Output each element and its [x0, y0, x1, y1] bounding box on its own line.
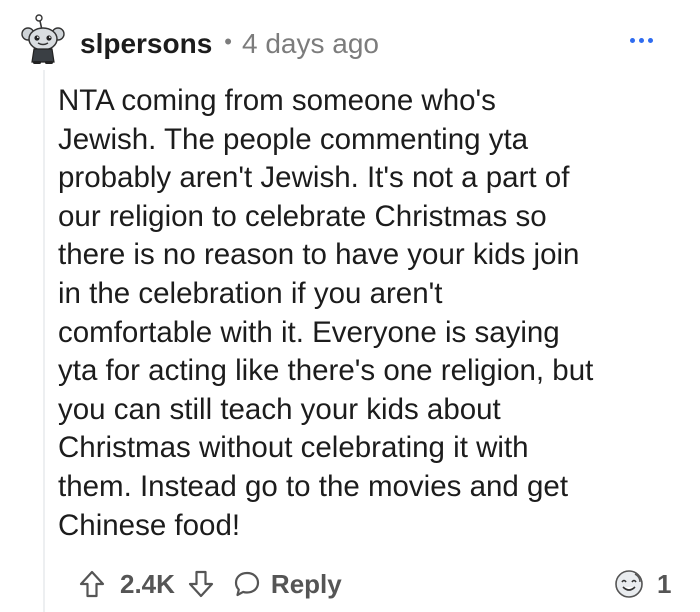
comment-body-line: Christmas without celebrating it with: [58, 431, 529, 465]
username[interactable]: slpersons: [80, 28, 212, 60]
comment: slpersons • 4 days ago NTA coming from s…: [0, 0, 700, 612]
thread-line[interactable]: [43, 70, 45, 612]
comment-body-line: NTA coming from someone who's: [58, 84, 496, 117]
user-avatar[interactable]: [16, 12, 70, 66]
comment-body-line: probably aren't Jewish. It's not a part …: [58, 161, 570, 195]
reply-label: Reply: [270, 568, 342, 599]
arrow-down-icon[interactable]: [187, 569, 215, 599]
snoo-avatar-icon: [21, 14, 65, 64]
timestamp: 4 days ago: [241, 28, 379, 59]
more-options-icon[interactable]: [630, 38, 653, 43]
award-count: 1: [657, 568, 672, 599]
comment-body-line: them. Instead go to the movies and get: [58, 469, 569, 503]
reply-button[interactable]: Reply: [233, 569, 342, 600]
comment-body-line: in the celebration if you aren't: [58, 276, 443, 310]
comment-body-line: there is no reason to have your kids joi…: [58, 238, 580, 272]
comment-body-line: yta for acting like there's one religion…: [58, 354, 594, 388]
comment-actions: 2.4K Reply: [78, 562, 342, 606]
award-icon: [613, 568, 645, 600]
comment-body-line: you can still teach your kids about: [58, 392, 501, 426]
chat-bubble-icon: [233, 570, 261, 598]
comment-body: NTA coming from someone who's Jewish. Th…: [58, 82, 688, 545]
comment-body-line: Chinese food!: [58, 508, 241, 542]
comment-body-line: comfortable with it. Everyone is saying: [58, 315, 560, 349]
meta-separator: •: [224, 29, 232, 54]
comment-body-line: Jewish. The people commenting yta: [58, 122, 529, 156]
comment-body-line: our religion to celebrate Christmas so: [58, 199, 547, 233]
award-badge[interactable]: 1: [613, 568, 671, 600]
arrow-up-icon[interactable]: [78, 569, 106, 599]
comment-header: slpersons • 4 days ago: [80, 26, 379, 62]
vote-count: 2.4K: [120, 568, 175, 599]
